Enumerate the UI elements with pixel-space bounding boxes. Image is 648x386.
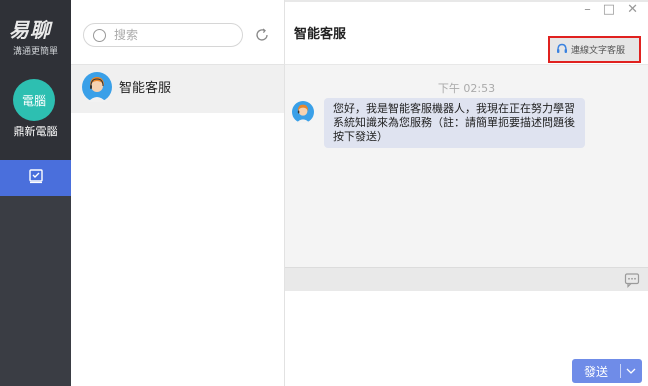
send-button-label: 發送: [583, 364, 608, 379]
maximize-button[interactable]: □: [603, 2, 615, 17]
app-slogan: 溝通更簡單: [12, 47, 58, 57]
chevron-down-icon[interactable]: [621, 368, 641, 374]
agent-avatar-icon: [82, 72, 112, 102]
contact-list-panel: 智能客服: [71, 0, 285, 386]
close-button[interactable]: ✕: [627, 2, 638, 17]
chat-title: 智能客服: [294, 27, 347, 42]
headset-icon: [556, 40, 568, 59]
message-bubble: 您好，我是智能客服機器人，我現在正在努力學習系統知識來為您服務（註：請簡單扼要描…: [324, 98, 585, 148]
device-name: 鼎新電腦: [13, 125, 58, 138]
app-logo: 易聊: [9, 18, 51, 42]
contact-item[interactable]: 智能客服: [71, 65, 284, 113]
contact-name: 智能客服: [119, 81, 172, 96]
message-timestamp: 下午 02:53: [437, 82, 496, 95]
search-input[interactable]: [114, 27, 234, 43]
left-rail: 易聊 溝通更簡單 電腦 鼎新電腦: [0, 0, 71, 386]
refresh-icon[interactable]: [254, 27, 270, 43]
send-button[interactable]: 發送: [572, 359, 642, 383]
chat-nav-icon: [28, 168, 44, 188]
window-controls: – □ ✕: [584, 2, 638, 17]
connect-human-agent-button[interactable]: 連線文字客服: [548, 36, 641, 63]
search-box[interactable]: [83, 23, 243, 47]
message-area[interactable]: 下午 02:53 您好，我是智能客服機器人，我現在正在努力學習系統知識來為您服務…: [285, 65, 648, 267]
minimize-button[interactable]: –: [584, 2, 591, 17]
rail-profile-section: 易聊 溝通更簡單 電腦 鼎新電腦: [0, 0, 71, 160]
composer-toolbar: [285, 267, 648, 291]
agent-avatar-icon: [292, 101, 314, 123]
nav-chat-item[interactable]: [0, 160, 71, 196]
comment-icon[interactable]: [624, 272, 640, 288]
connect-human-agent-label: 連線文字客服: [571, 46, 626, 56]
chat-panel: – □ ✕ 智能客服 連線文字客服 下午 02:53 您好，我是智能客服機器人，…: [285, 0, 648, 386]
device-avatar[interactable]: 電腦: [13, 79, 55, 121]
message-input-area[interactable]: 發送: [285, 291, 648, 386]
search-icon: [93, 29, 106, 42]
